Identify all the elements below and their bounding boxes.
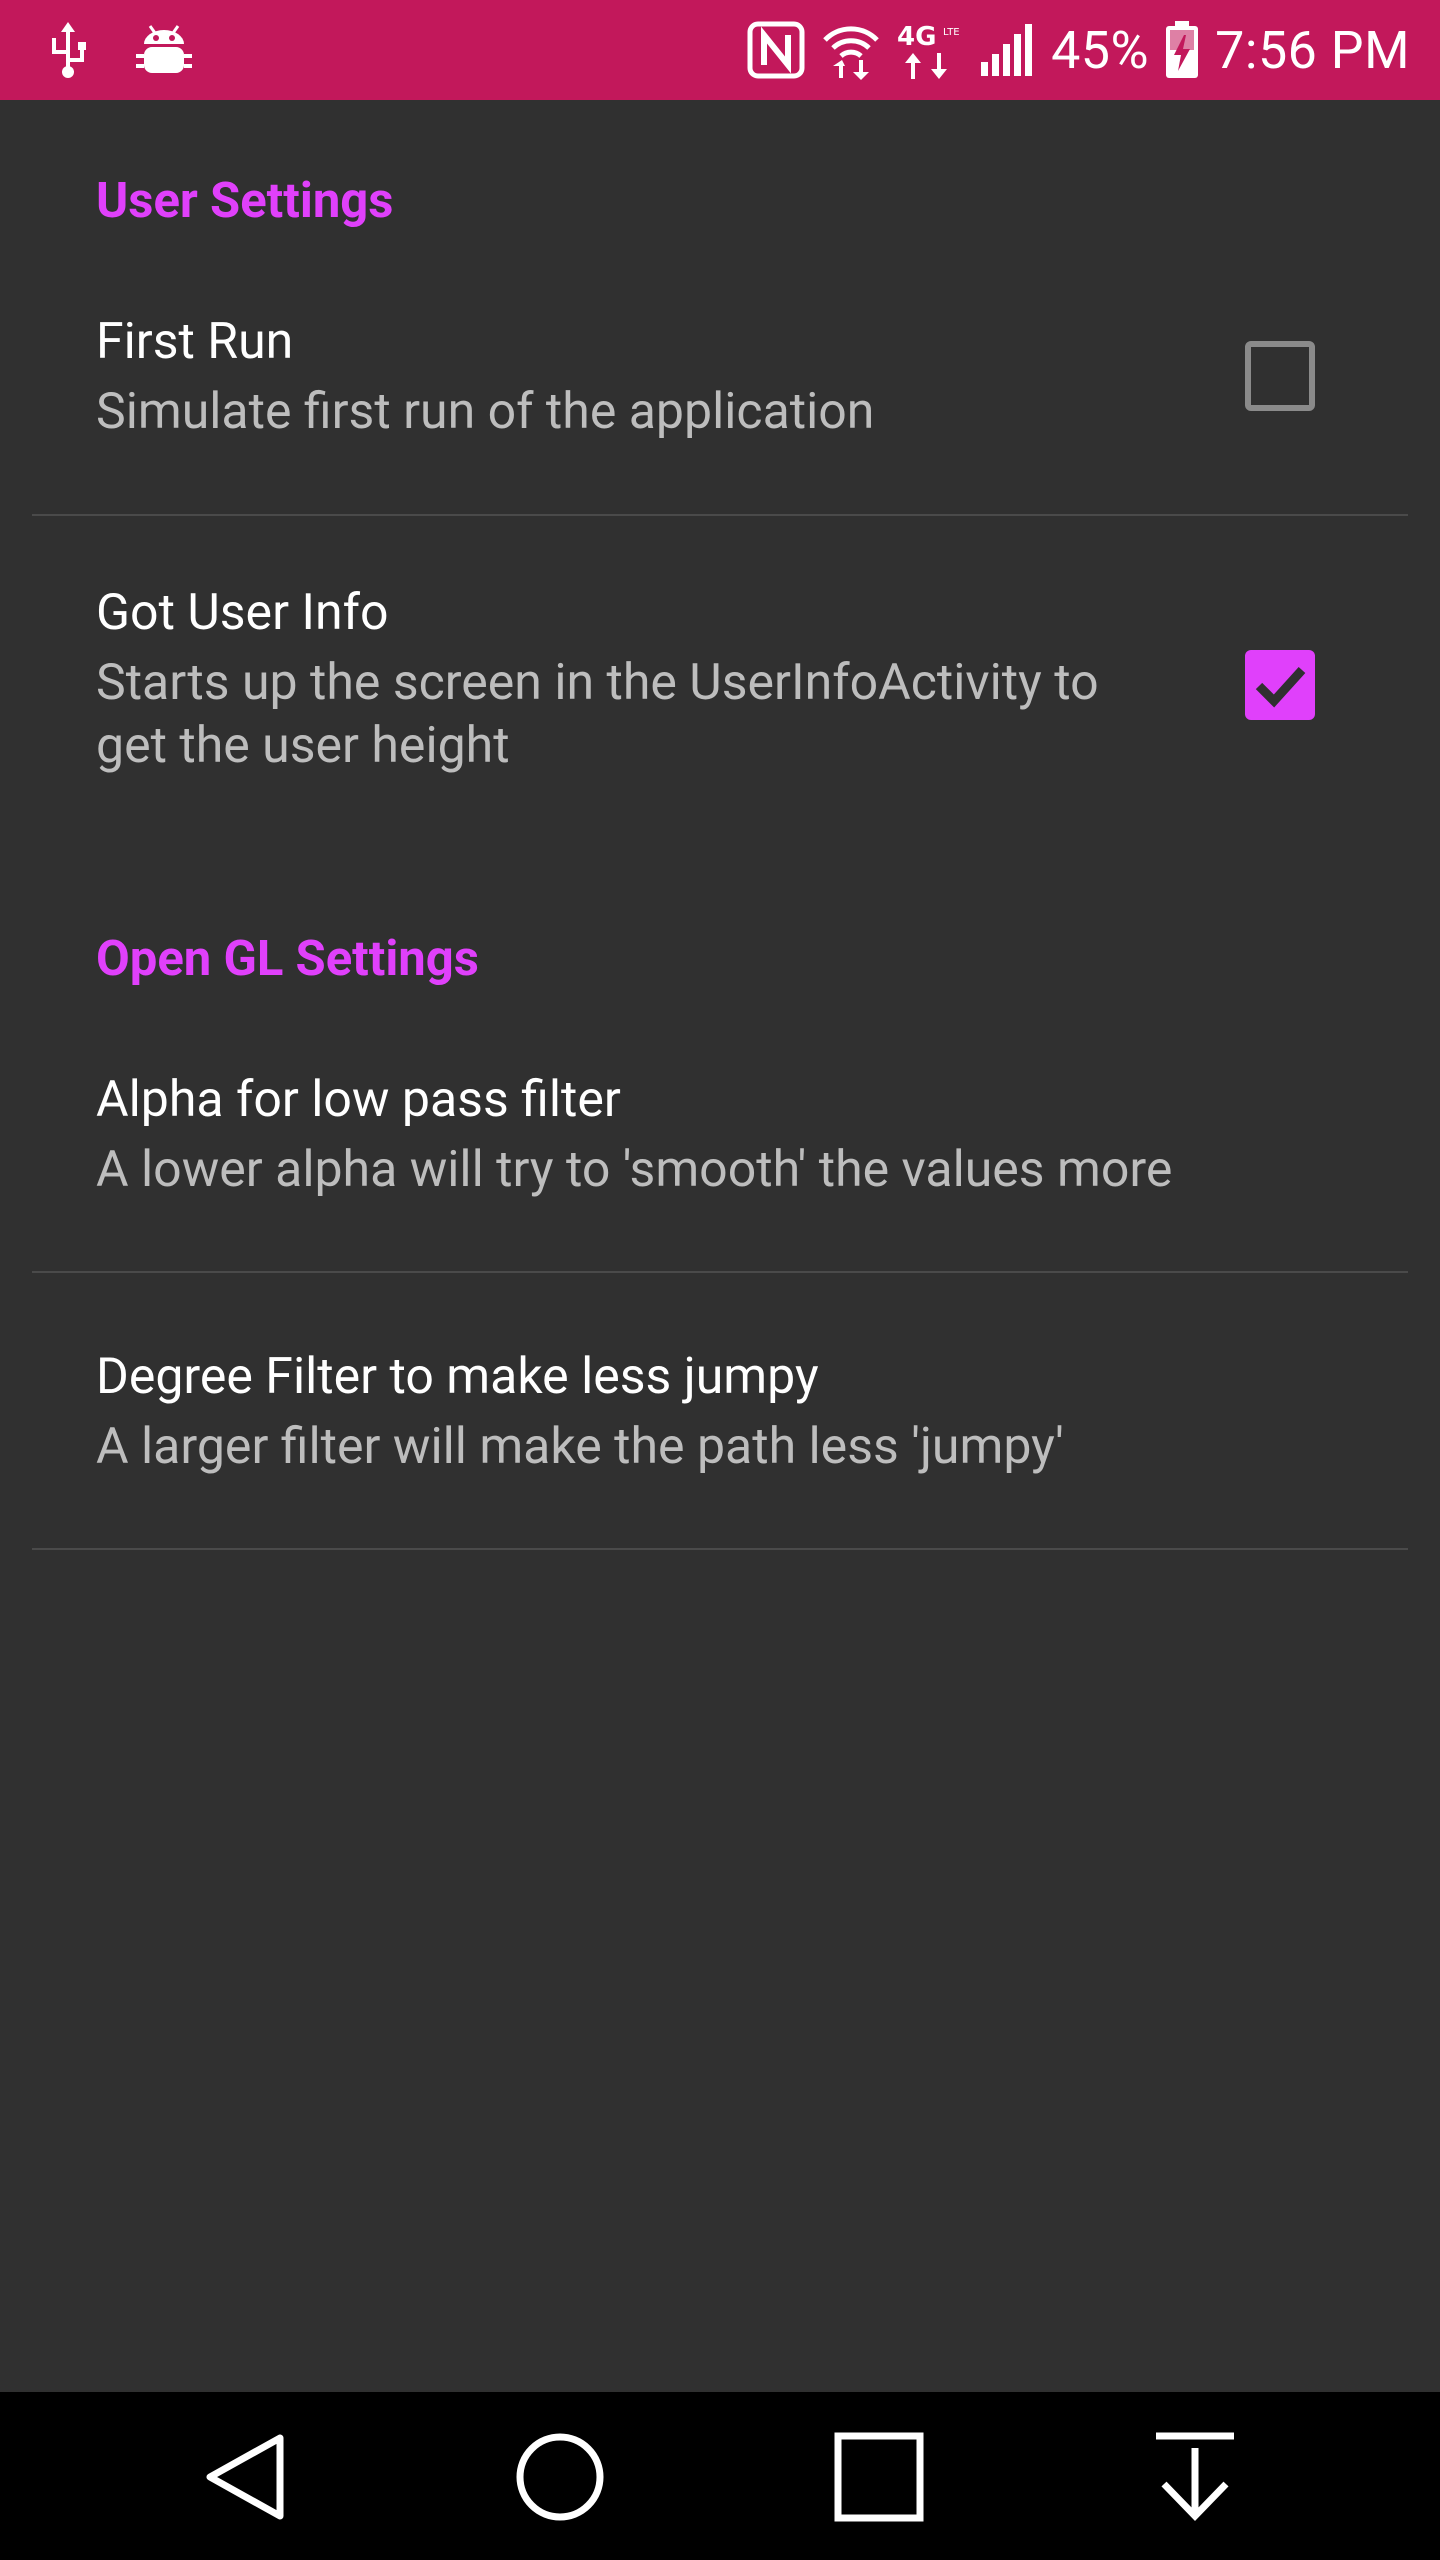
battery-percent: 45% <box>1051 19 1150 81</box>
first-run-checkbox[interactable] <box>1245 341 1315 411</box>
signal-icon <box>979 22 1035 78</box>
navigation-bar <box>0 2392 1440 2560</box>
recents-icon[interactable] <box>834 2432 924 2526</box>
pref-title: Degree Filter to make less jumpy <box>96 1348 819 1406</box>
home-icon[interactable] <box>515 2432 605 2526</box>
nfc-icon <box>747 21 805 79</box>
status-bar: 4G LTE 45% 7:56 PM <box>0 0 1440 100</box>
pref-title: First Run <box>96 313 294 371</box>
svg-text:LTE: LTE <box>943 27 960 38</box>
back-icon[interactable] <box>200 2432 290 2526</box>
checkmark-icon <box>1255 666 1306 708</box>
network-4g-icon: 4G LTE <box>897 19 963 81</box>
pref-title: Got User Info <box>96 584 389 642</box>
pref-summary: A larger filter will make the path less … <box>96 1418 1064 1476</box>
svg-text:4G: 4G <box>897 22 936 52</box>
divider <box>32 1548 1408 1550</box>
pref-summary: Simulate first run of the application <box>96 383 875 441</box>
pref-alpha-low-pass[interactable]: Alpha for low pass filter A lower alpha … <box>0 1043 1440 1271</box>
pref-title: Alpha for low pass filter <box>96 1071 621 1129</box>
pref-got-user-info[interactable]: Got User Info Starts up the screen in th… <box>0 516 1440 846</box>
usb-icon <box>48 20 88 80</box>
pref-first-run[interactable]: First Run Simulate first run of the appl… <box>0 285 1440 515</box>
pref-summary: Starts up the screen in the UserInfoActi… <box>96 654 1099 775</box>
clock: 7:56 PM <box>1215 19 1410 81</box>
notification-pull-icon[interactable] <box>1150 2432 1240 2526</box>
category-open-gl-settings: Open GL Settings <box>96 930 479 987</box>
category-user-settings: User Settings <box>96 172 394 229</box>
android-debug-icon <box>136 22 192 78</box>
pref-degree-filter[interactable]: Degree Filter to make less jumpy A large… <box>0 1273 1440 1548</box>
got-user-info-checkbox[interactable] <box>1245 650 1315 720</box>
pref-summary: A lower alpha will try to 'smooth' the v… <box>96 1141 1173 1199</box>
battery-charging-icon <box>1165 21 1199 79</box>
wifi-icon <box>821 20 881 80</box>
